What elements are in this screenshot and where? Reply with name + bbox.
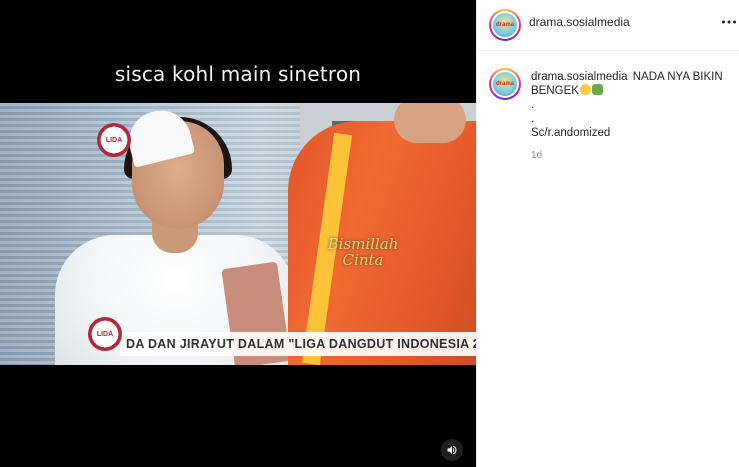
avatar-image: drama bbox=[493, 13, 517, 37]
post-timestamp[interactable]: 1d bbox=[531, 150, 542, 161]
crying-laughing-emoji-icon bbox=[579, 84, 591, 95]
sick-emoji-icon bbox=[591, 84, 603, 95]
post-side-panel: drama drama.sosialmedia drama drama.sosi… bbox=[476, 0, 739, 467]
caption-credit: Sc/r.andomized bbox=[531, 127, 611, 139]
caption-text-2: BENGEK bbox=[531, 85, 579, 97]
video-frame[interactable]: LIDA Bismillah Cinta DA DAN JIRAYUT DALA… bbox=[0, 103, 476, 365]
caption-dot: . bbox=[531, 99, 535, 111]
video-caption-text: sisca kohl main sinetron bbox=[114, 62, 362, 86]
lida-logo-bottom: LIDA bbox=[88, 317, 122, 351]
caption-username-link[interactable]: drama.sosialmedia bbox=[531, 71, 628, 83]
man-head bbox=[394, 103, 466, 143]
speaker-icon bbox=[447, 445, 457, 455]
caption-dot: . bbox=[531, 113, 535, 125]
post-caption: drama.sosialmedia NADA NYA BIKIN BENGEK … bbox=[531, 70, 731, 140]
show-logo: Bismillah Cinta bbox=[327, 235, 399, 269]
post-header: drama drama.sosialmedia bbox=[477, 0, 739, 51]
lida-logo-top: LIDA bbox=[97, 123, 131, 157]
avatar-image: drama bbox=[493, 72, 517, 96]
news-ticker: DA DAN JIRAYUT DALAM "LIGA DANGDUT INDON… bbox=[120, 332, 476, 356]
caption-text: NADA NYA BIKIN bbox=[632, 71, 723, 83]
caption-avatar[interactable]: drama bbox=[489, 68, 521, 100]
avatar[interactable]: drama bbox=[489, 9, 521, 41]
volume-button[interactable] bbox=[441, 439, 463, 461]
header-username-link[interactable]: drama.sosialmedia bbox=[529, 15, 630, 29]
video-player[interactable]: sisca kohl main sinetron LIDA Bismillah … bbox=[0, 0, 476, 467]
more-options-button[interactable] bbox=[721, 14, 737, 30]
more-horizontal-icon bbox=[722, 20, 736, 24]
